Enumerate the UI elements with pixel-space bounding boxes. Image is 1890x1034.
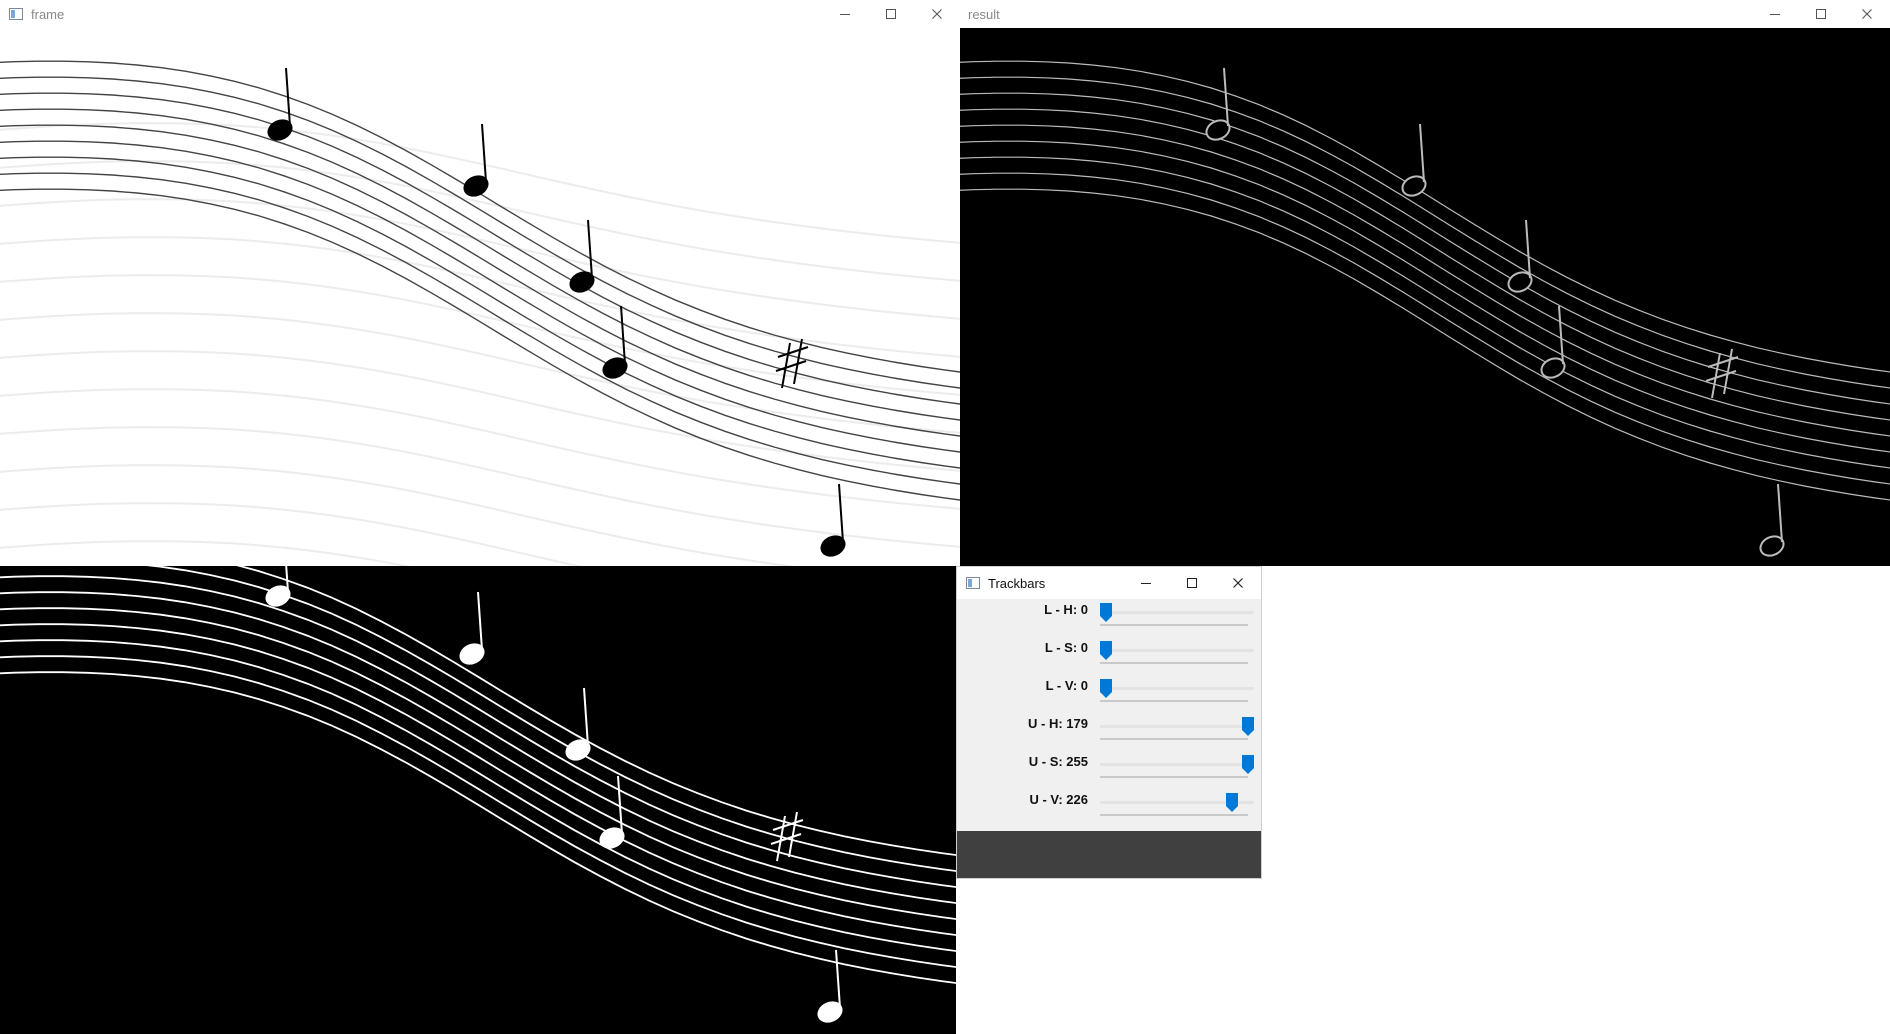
maximize-button[interactable]	[1798, 0, 1844, 28]
frame-titlebar[interactable]: frame	[0, 0, 960, 28]
trackbar-label: U - S: 255	[1028, 754, 1088, 769]
result-titlebar[interactable]: result	[960, 0, 1890, 28]
trackbars-titlebar[interactable]: Trackbars	[957, 567, 1261, 599]
trackbar-u-h: U - H: 179	[957, 713, 1261, 751]
frame-image	[0, 28, 960, 566]
trackbars-window-title: Trackbars	[988, 575, 1046, 591]
maximize-icon	[1816, 9, 1826, 19]
trackbar-label: L - H: 0	[1044, 602, 1088, 617]
trackbar-label: U - V: 226	[1029, 792, 1088, 807]
minimize-button[interactable]	[1123, 567, 1169, 599]
minimize-icon	[1141, 583, 1151, 584]
trackbar-image-area	[957, 831, 1261, 878]
slider-ticks	[1100, 776, 1248, 778]
close-icon	[932, 9, 942, 19]
slider-track[interactable]	[1100, 725, 1254, 728]
maximize-icon	[886, 9, 896, 19]
result-image	[960, 28, 1890, 566]
trackbar-u-v: U - V: 226	[957, 789, 1261, 827]
trackbar-panel: L - H: 0 L - S: 0 L - V: 0 U - H: 179 U …	[957, 599, 1261, 830]
minimize-icon	[840, 14, 850, 15]
mask-window	[0, 566, 956, 1034]
window-app-icon	[9, 8, 23, 20]
trackbar-l-s: L - S: 0	[957, 637, 1261, 675]
slider-thumb-icon[interactable]	[1242, 717, 1254, 736]
trackbar-label: L - S: 0	[1044, 640, 1088, 655]
result-window-title: result	[968, 6, 1000, 22]
result-window[interactable]: result	[960, 0, 1890, 566]
mask-music-staff	[0, 566, 956, 1023]
frame-music-staff	[0, 60, 960, 566]
slider-track[interactable]	[1100, 611, 1254, 614]
slider-thumb-icon[interactable]	[1100, 603, 1112, 622]
close-icon	[1862, 9, 1872, 19]
slider-ticks	[1100, 624, 1248, 626]
window-app-icon	[966, 577, 980, 589]
slider-thumb-icon[interactable]	[1242, 755, 1254, 774]
minimize-icon	[1770, 14, 1780, 15]
frame-window-title: frame	[31, 6, 65, 22]
frame-window[interactable]: frame	[0, 0, 960, 566]
close-icon	[1233, 578, 1243, 588]
slider-track[interactable]	[1100, 687, 1254, 690]
maximize-button[interactable]	[1169, 567, 1215, 599]
trackbar-label: U - H: 179	[1028, 716, 1088, 731]
slider-track[interactable]	[1100, 763, 1254, 766]
trackbars-window[interactable]: Trackbars L - H: 0 L - S: 0 L - V: 0 U -…	[956, 566, 1262, 879]
slider-thumb-icon[interactable]	[1225, 793, 1238, 812]
slider-thumb-icon[interactable]	[1100, 641, 1112, 660]
trackbar-l-h: L - H: 0	[957, 599, 1261, 637]
mask-image	[0, 566, 956, 1034]
slider-thumb-icon[interactable]	[1100, 679, 1112, 698]
trackbar-label: L - V: 0	[1045, 678, 1088, 693]
slider-ticks	[1100, 700, 1248, 702]
close-button[interactable]	[1844, 0, 1890, 28]
minimize-button[interactable]	[1752, 0, 1798, 28]
close-button[interactable]	[1215, 567, 1261, 599]
minimize-button[interactable]	[822, 0, 868, 28]
slider-track[interactable]	[1100, 649, 1254, 652]
slider-ticks	[1100, 662, 1248, 664]
maximize-button[interactable]	[868, 0, 914, 28]
maximize-icon	[1187, 578, 1197, 588]
close-button[interactable]	[914, 0, 960, 28]
slider-ticks	[1100, 814, 1248, 816]
trackbar-u-s: U - S: 255	[957, 751, 1261, 789]
trackbar-l-v: L - V: 0	[957, 675, 1261, 713]
result-music-staff	[960, 60, 1890, 557]
slider-ticks	[1100, 738, 1248, 740]
